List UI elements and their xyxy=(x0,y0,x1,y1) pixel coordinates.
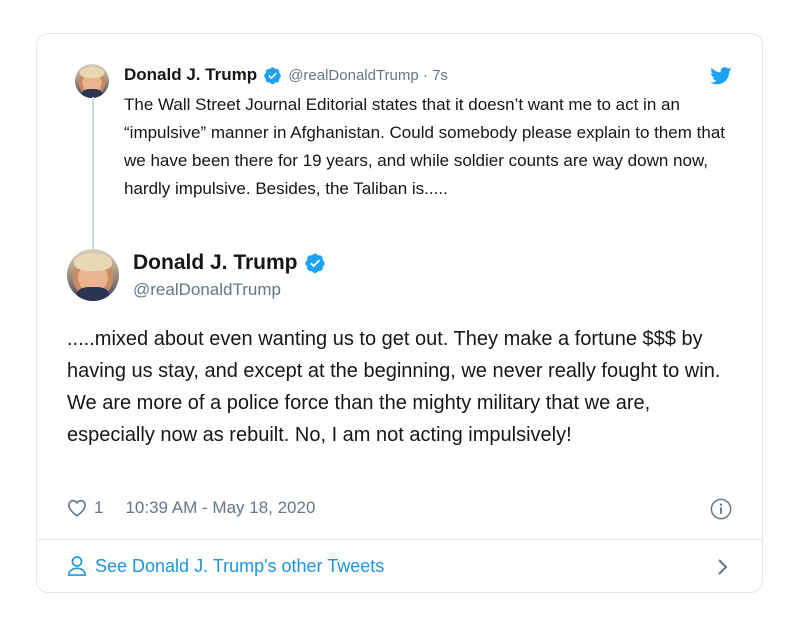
verified-badge-icon xyxy=(304,253,325,274)
chevron-right-icon[interactable] xyxy=(716,557,730,577)
quoted-tweet-text: The Wall Street Journal Editorial states… xyxy=(124,95,726,198)
person-icon xyxy=(67,556,87,576)
quoted-author-name[interactable]: Donald J. Trump xyxy=(124,65,257,85)
other-tweets-link[interactable]: See Donald J. Trump's other Tweets xyxy=(67,555,384,577)
tweet-timestamp[interactable]: 10:39 AM - May 18, 2020 xyxy=(125,498,315,518)
footer-divider xyxy=(37,539,762,540)
tweet-meta: 1 10:39 AM - May 18, 2020 xyxy=(67,498,315,518)
main-tweet-text: .....mixed about even wanting us to get … xyxy=(67,328,721,446)
quoted-handle-time[interactable]: @realDonaldTrump · 7s xyxy=(288,67,448,84)
verified-badge-icon xyxy=(264,66,281,84)
heart-icon[interactable] xyxy=(67,499,87,517)
thread-line xyxy=(92,97,94,269)
info-icon[interactable] xyxy=(710,498,732,520)
main-name-row: Donald J. Trump xyxy=(133,251,332,275)
quoted-avatar[interactable] xyxy=(75,64,109,98)
twitter-bird-icon[interactable] xyxy=(710,67,732,85)
other-tweets-label[interactable]: See Donald J. Trump's other Tweets xyxy=(95,556,384,577)
like-count[interactable]: 1 xyxy=(94,498,103,518)
main-avatar[interactable] xyxy=(67,249,119,301)
main-handle[interactable]: @realDonaldTrump xyxy=(133,280,281,300)
tweet-embed-card: Donald J. Trump @realDonaldTrump · 7s Th… xyxy=(36,33,763,593)
quoted-header: Donald J. Trump @realDonaldTrump · 7s xyxy=(124,64,448,86)
main-author-name[interactable]: Donald J. Trump xyxy=(133,251,298,275)
